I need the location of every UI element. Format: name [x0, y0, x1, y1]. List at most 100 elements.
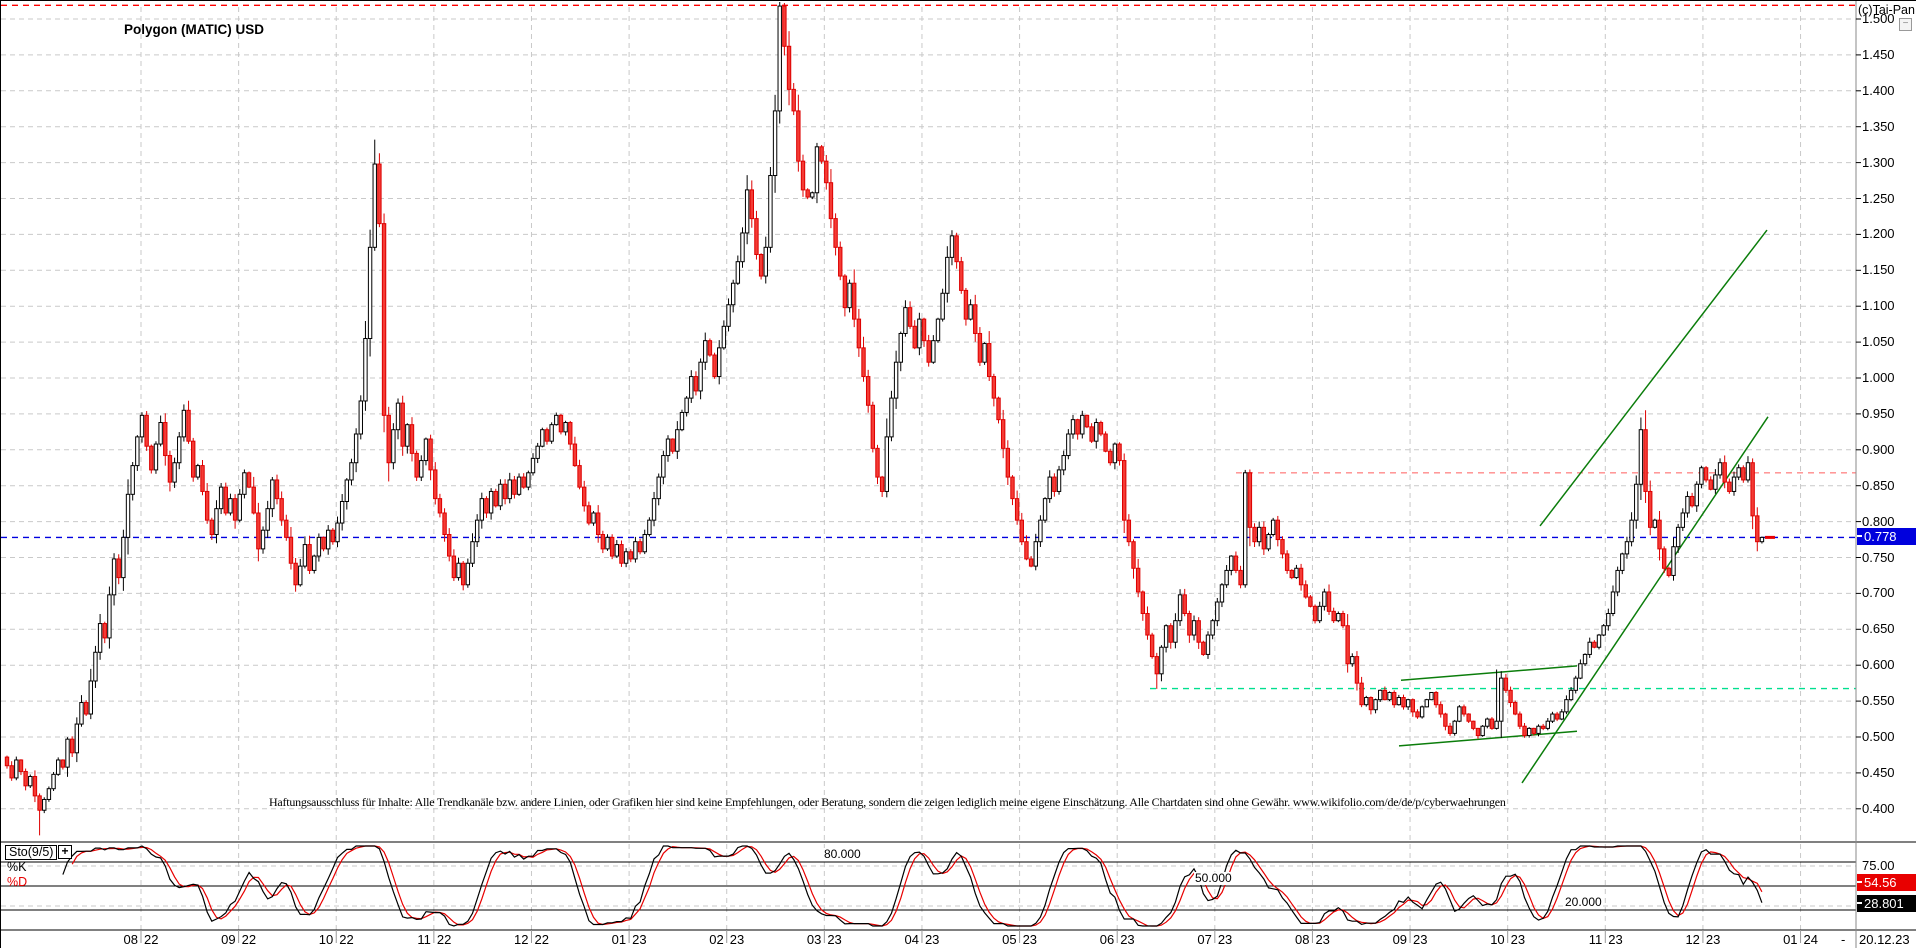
candle	[349, 462, 354, 481]
candle	[1471, 720, 1476, 729]
candle	[772, 110, 778, 177]
candle	[540, 429, 545, 447]
price-tick-label: 0.850	[1862, 477, 1895, 493]
candle	[51, 773, 56, 790]
candle	[1457, 706, 1462, 722]
candle	[274, 479, 280, 500]
candle	[23, 770, 28, 787]
candle	[870, 404, 876, 449]
month-label: 06	[1099, 932, 1115, 947]
candle	[595, 512, 601, 536]
candle	[1000, 419, 1006, 449]
candle	[391, 429, 396, 464]
candle	[1061, 455, 1066, 471]
candle	[265, 508, 270, 531]
candle	[1154, 656, 1159, 675]
candle	[1387, 691, 1392, 701]
year-label: 22	[339, 932, 354, 947]
candle	[1215, 601, 1220, 622]
candle	[1368, 697, 1374, 711]
candle	[153, 443, 159, 471]
candle	[79, 702, 84, 725]
candle	[325, 529, 331, 550]
sto-add-button[interactable]: +	[58, 845, 72, 859]
candle	[949, 235, 955, 258]
candle	[1494, 720, 1499, 729]
candle	[1429, 691, 1434, 701]
candle	[186, 409, 191, 442]
candle	[358, 400, 363, 435]
candle	[1177, 594, 1183, 622]
candle	[1280, 539, 1285, 555]
month-label: 12	[1685, 932, 1700, 947]
candle	[470, 541, 475, 564]
candle	[931, 340, 936, 363]
candle	[633, 541, 638, 560]
candle	[805, 189, 810, 198]
candle	[377, 163, 382, 225]
sto-level-50-label: 50.000	[1194, 871, 1233, 885]
candle	[251, 486, 256, 514]
sto-k-legend: %K	[7, 860, 27, 874]
candle	[1736, 467, 1741, 478]
candle	[1340, 613, 1346, 627]
candle	[1359, 682, 1364, 706]
candle	[181, 409, 187, 438]
year-label: 22	[144, 932, 159, 947]
candle	[1350, 656, 1355, 665]
candle	[414, 452, 419, 478]
candle	[204, 490, 210, 521]
candle	[321, 536, 326, 550]
candle	[307, 544, 312, 571]
candle	[1578, 663, 1583, 679]
candle	[1610, 591, 1616, 615]
candle	[372, 163, 377, 248]
month-label: 01	[611, 932, 627, 947]
year-label: 23	[1120, 932, 1135, 947]
candle	[1033, 541, 1038, 567]
candle	[945, 256, 950, 294]
candle	[1508, 689, 1513, 704]
candle	[1052, 476, 1057, 492]
candle	[498, 483, 503, 507]
candle	[1019, 519, 1024, 543]
candle	[1485, 718, 1490, 727]
candle	[1759, 536, 1765, 543]
candle	[1336, 613, 1341, 622]
candle	[1010, 476, 1015, 500]
candle	[977, 332, 983, 363]
collapse-axis-button[interactable]: −	[1899, 18, 1912, 31]
candle	[488, 490, 494, 514]
candle	[1559, 711, 1564, 720]
candle	[1750, 462, 1755, 517]
price-tick-label: 1.500	[1862, 11, 1895, 26]
month-label: 08	[1294, 932, 1310, 947]
candle	[1256, 526, 1262, 543]
candle	[628, 551, 633, 560]
candle	[926, 340, 931, 363]
price-tick-label: 1.200	[1862, 226, 1895, 242]
candle	[861, 347, 866, 378]
candle	[232, 498, 238, 521]
candle	[889, 397, 894, 438]
candle	[693, 376, 699, 392]
sto-indicator-label[interactable]: Sto(9/5)	[5, 845, 58, 860]
candle	[502, 483, 508, 500]
candle	[996, 397, 1001, 421]
candle	[1075, 419, 1080, 435]
candle	[1638, 429, 1644, 485]
year-label: 23	[1608, 932, 1623, 947]
candle	[810, 192, 815, 198]
year-label: 23	[1510, 932, 1526, 947]
candle	[1675, 526, 1681, 548]
candle	[125, 493, 131, 538]
candle	[959, 261, 964, 291]
candle	[898, 332, 903, 363]
last-price-badge: 0.778	[1857, 528, 1916, 546]
candle	[1005, 447, 1011, 478]
candle	[302, 544, 308, 567]
candle	[1084, 414, 1090, 428]
candle	[1126, 519, 1132, 543]
candle	[460, 562, 466, 586]
candle	[1270, 519, 1276, 536]
